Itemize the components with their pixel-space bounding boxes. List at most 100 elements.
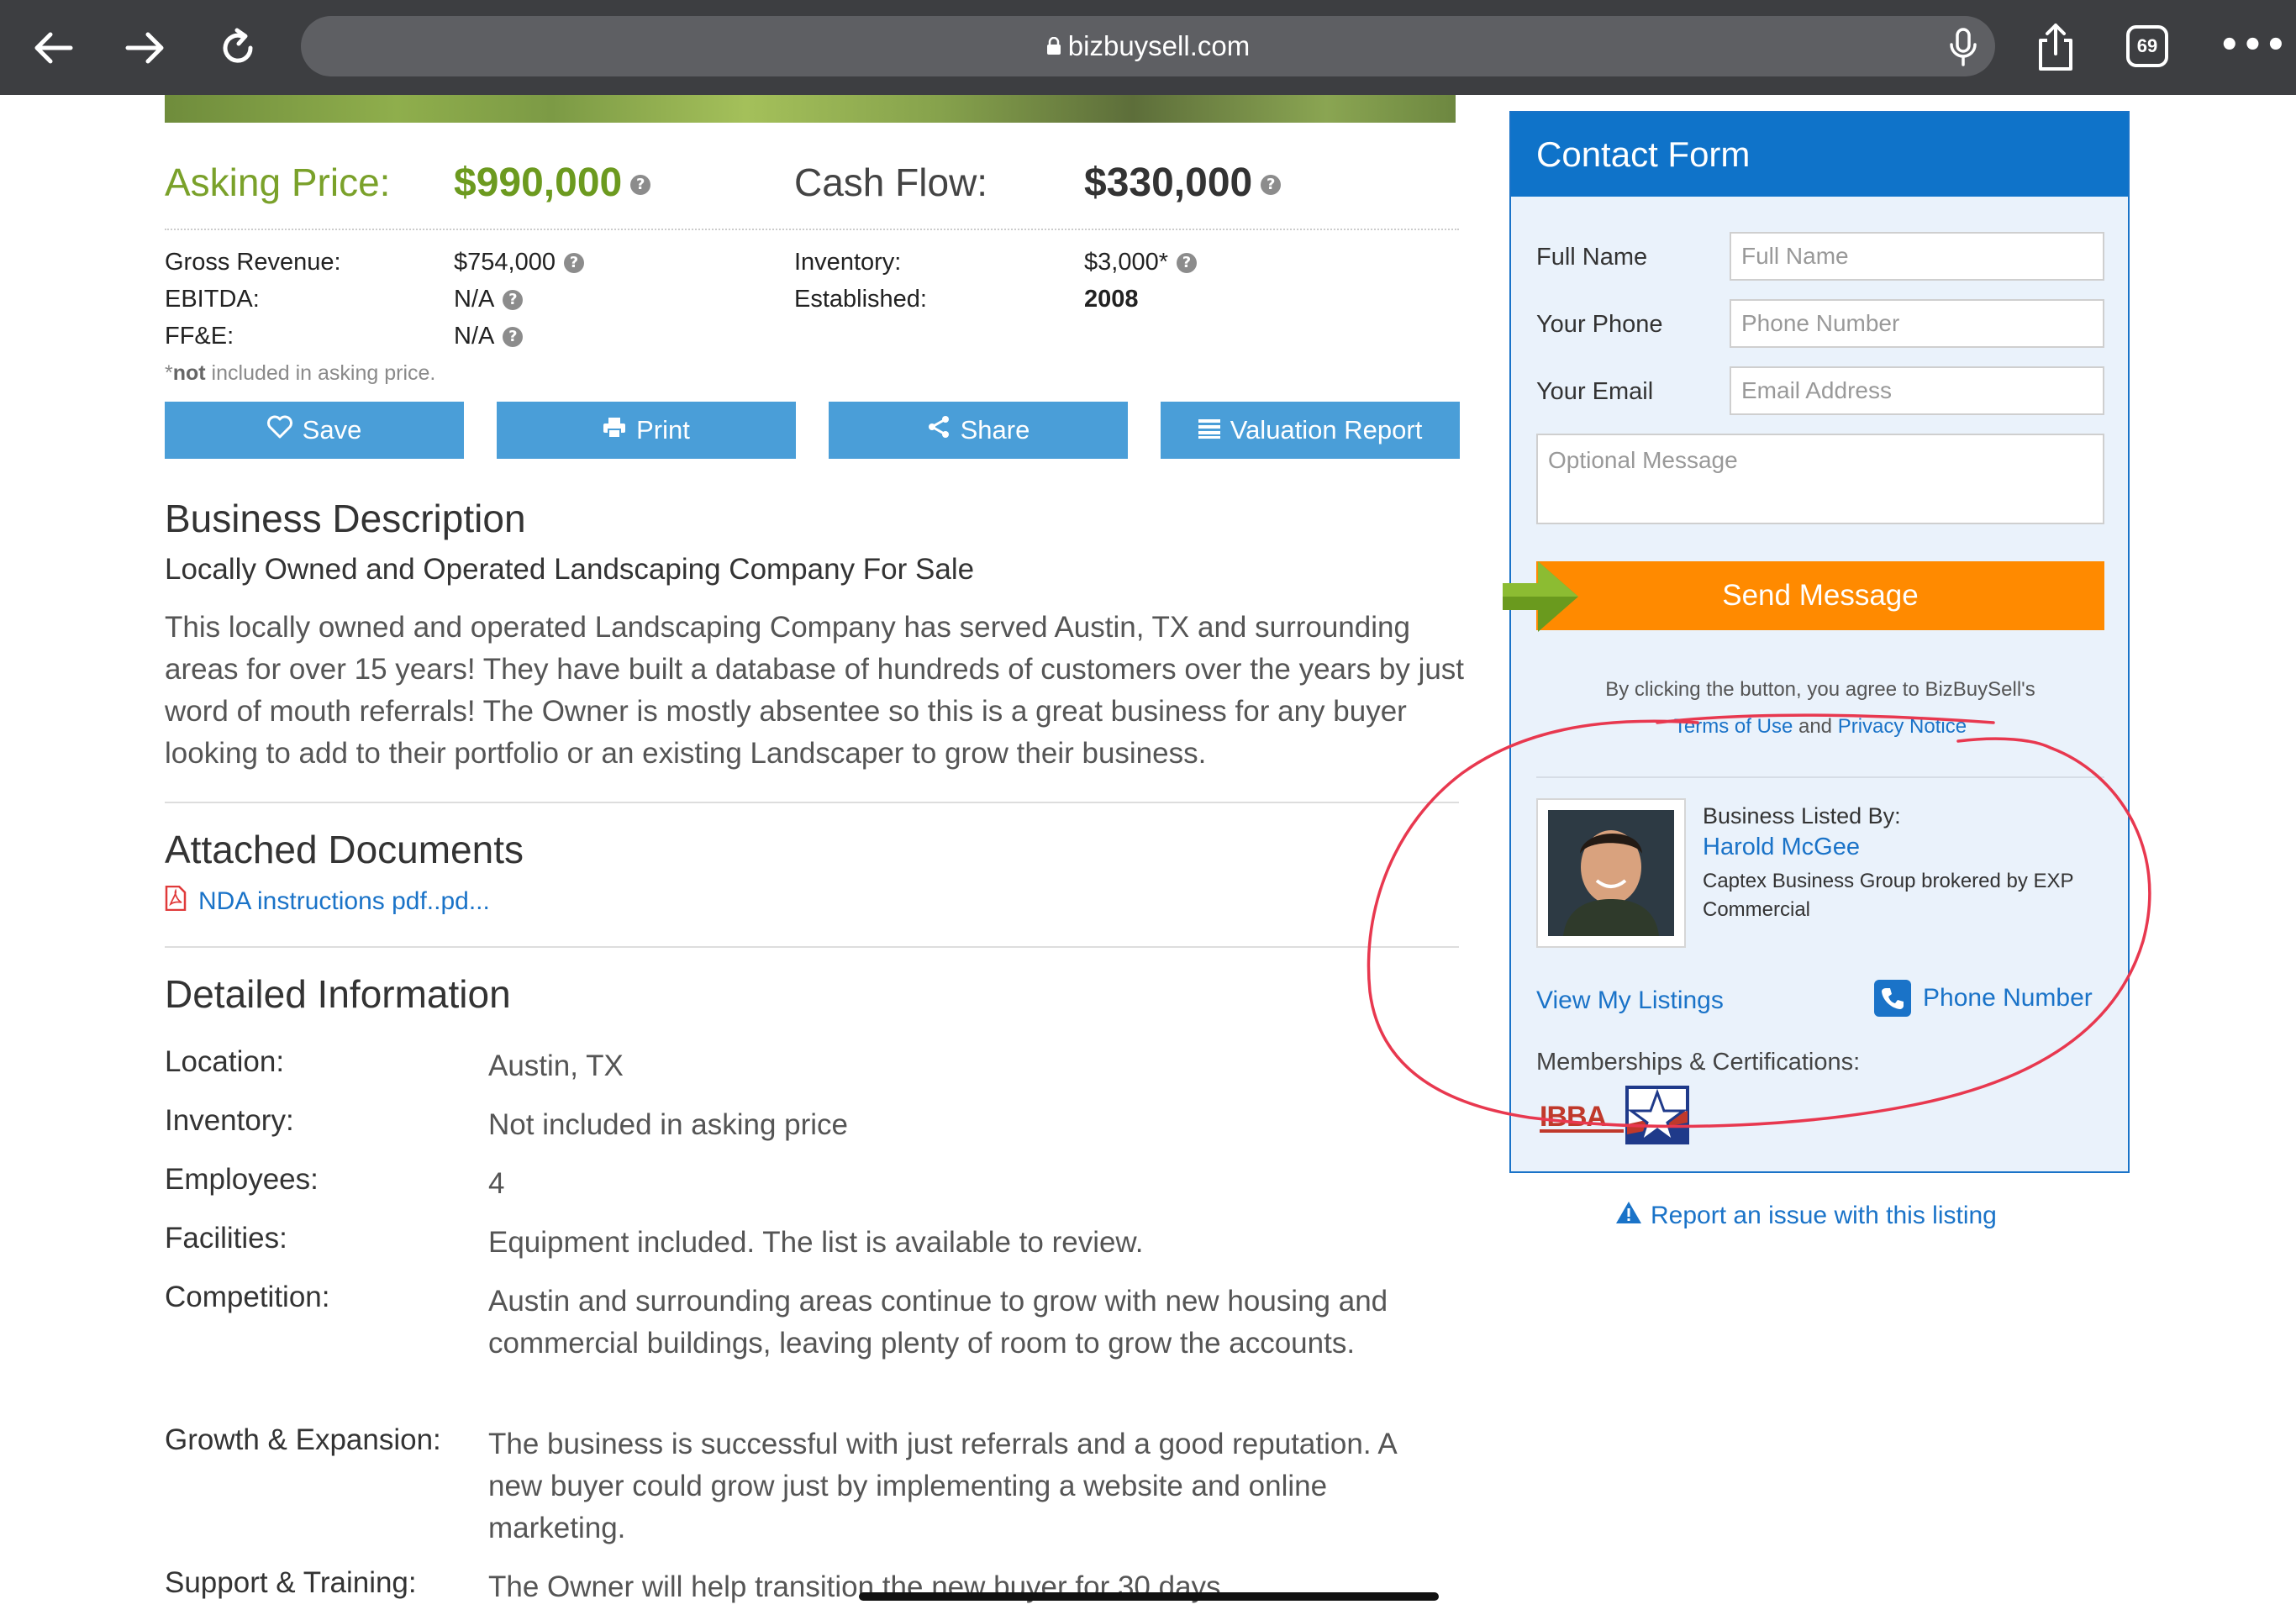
report-issue-label: Report an issue with this listing: [1651, 1202, 1997, 1229]
ibba-logo-text: IBBA: [1540, 1101, 1607, 1133]
url-text: bizbuysell.com: [301, 16, 1995, 76]
detail-value-support: The Owner will help transition the new b…: [488, 1570, 1230, 1603]
divider: [165, 802, 1459, 803]
mic-icon[interactable]: [1948, 28, 1978, 66]
divider: [165, 229, 1459, 230]
asking-price-note: *not included in asking price.: [165, 361, 435, 386]
detailed-information-heading: Detailed Information: [165, 972, 511, 1016]
printer-icon: [603, 415, 626, 445]
detail-value-facilities: Equipment included. The list is availabl…: [488, 1226, 1144, 1259]
help-icon[interactable]: ?: [563, 253, 584, 274]
note-bold: not: [172, 361, 206, 385]
address-bar[interactable]: bizbuysell.com: [301, 16, 1995, 76]
established-label: Established:: [794, 286, 927, 313]
help-icon[interactable]: ?: [503, 327, 524, 348]
ebitda-amount: N/A: [454, 286, 495, 313]
back-arrow-icon[interactable]: [24, 18, 82, 77]
listed-by-label: Business Listed By:: [1703, 803, 1901, 829]
detail-label-competition: Competition:: [165, 1281, 330, 1313]
note-star: *: [165, 361, 173, 385]
listing-photo: [165, 95, 1456, 123]
full-name-label: Full Name: [1536, 244, 1648, 271]
document-name: NDA instructions pdf..pd...: [198, 887, 490, 915]
detail-label-location: Location:: [165, 1045, 285, 1078]
browser-toolbar: bizbuysell.com 69 •••: [0, 0, 2296, 95]
inventory-value: $3,000*?: [1084, 249, 1197, 276]
broker-avatar: [1536, 798, 1686, 948]
url-label: bizbuysell.com: [1067, 30, 1251, 61]
print-label: Print: [636, 415, 690, 445]
attached-documents-heading: Attached Documents: [165, 828, 524, 871]
asking-price-value: $990,000?: [454, 160, 651, 206]
phone-number-button[interactable]: Phone Number: [1874, 980, 2093, 1017]
divider: [1536, 776, 2104, 778]
help-icon[interactable]: ?: [1177, 253, 1197, 274]
ffe-amount: N/A: [454, 323, 495, 350]
more-icon[interactable]: •••: [2219, 29, 2287, 62]
save-label: Save: [302, 415, 362, 445]
help-icon[interactable]: ?: [1261, 175, 1282, 196]
phone-number-label: Phone Number: [1923, 984, 2093, 1012]
email-label: Your Email: [1536, 378, 1654, 405]
established-value: 2008: [1084, 286, 1139, 313]
gross-revenue-value: $754,000?: [454, 249, 584, 276]
and-text: and: [1793, 715, 1838, 738]
share-nodes-icon: [927, 415, 951, 445]
terms-of-use-link[interactable]: Terms of Use: [1674, 715, 1793, 738]
report-issue-link[interactable]: Report an issue with this listing: [1615, 1200, 1997, 1232]
phone-input[interactable]: Phone Number: [1730, 299, 2104, 348]
tabs-icon[interactable]: 69: [2126, 25, 2168, 67]
send-message-button[interactable]: Send Message: [1536, 561, 2104, 630]
ffe-value: N/A?: [454, 323, 524, 350]
cash-flow-label: Cash Flow:: [794, 160, 988, 204]
save-button[interactable]: Save: [165, 402, 464, 459]
message-textarea[interactable]: Optional Message: [1536, 434, 2104, 524]
terms-agreement: By clicking the button, you agree to Biz…: [1536, 671, 2104, 745]
ebitda-value: N/A?: [454, 286, 524, 313]
share-button[interactable]: Share: [829, 402, 1128, 459]
ibba-logo: IBBA: [1540, 1086, 1691, 1144]
detail-label-inventory: Inventory:: [165, 1104, 294, 1137]
detail-value-employees: 4: [488, 1167, 505, 1200]
listing-subheading: Locally Owned and Operated Landscaping C…: [165, 553, 975, 586]
ffe-label: FF&E:: [165, 323, 234, 350]
email-input[interactable]: Email Address: [1730, 366, 2104, 415]
pdf-icon: [165, 885, 187, 918]
reload-icon[interactable]: [208, 18, 267, 77]
tab-count: 69: [2136, 35, 2158, 56]
gross-revenue-amount: $754,000: [454, 249, 556, 276]
report-list-icon: [1198, 415, 1220, 445]
asking-price-label: Asking Price:: [165, 160, 391, 204]
detail-label-support: Support & Training:: [165, 1566, 417, 1599]
lock-icon: [1046, 16, 1061, 76]
detail-label-growth: Growth & Expansion:: [165, 1423, 441, 1456]
phone-label: Your Phone: [1536, 311, 1663, 338]
valuation-report-button[interactable]: Valuation Report: [1161, 402, 1460, 459]
detail-value-inventory: Not included in asking price: [488, 1108, 849, 1141]
cash-flow-value: $330,000?: [1084, 160, 1282, 206]
contact-form: Contact Form Full Name Full Name Your Ph…: [1503, 111, 2130, 1173]
contact-form-title: Contact Form: [1511, 113, 2128, 197]
business-description-heading: Business Description: [165, 497, 526, 540]
help-icon[interactable]: ?: [503, 290, 524, 311]
view-my-listings-link[interactable]: View My Listings: [1536, 986, 1724, 1015]
detail-value-location: Austin, TX: [488, 1049, 624, 1082]
detail-value-competition: Austin and surrounding areas continue to…: [488, 1285, 1388, 1360]
forward-arrow-icon[interactable]: [116, 18, 175, 77]
broker-name-link[interactable]: Harold McGee: [1703, 834, 1860, 861]
help-icon[interactable]: ?: [630, 175, 651, 196]
phone-icon: [1874, 980, 1911, 1017]
warning-icon: [1615, 1200, 1642, 1232]
cash-flow-amount: $330,000: [1084, 160, 1253, 205]
privacy-notice-link[interactable]: Privacy Notice: [1838, 715, 1967, 738]
business-description-body: This locally owned and operated Landscap…: [165, 611, 1465, 770]
share-icon[interactable]: [2032, 22, 2079, 72]
share-label: Share: [960, 415, 1030, 445]
detail-label-employees: Employees:: [165, 1163, 319, 1196]
nda-document-link[interactable]: NDA instructions pdf..pd...: [165, 885, 490, 918]
gross-revenue-label: Gross Revenue:: [165, 249, 341, 276]
print-button[interactable]: Print: [497, 402, 796, 459]
green-arrow-icon: [1499, 555, 1583, 639]
inventory-label: Inventory:: [794, 249, 902, 276]
full-name-input[interactable]: Full Name: [1730, 232, 2104, 281]
